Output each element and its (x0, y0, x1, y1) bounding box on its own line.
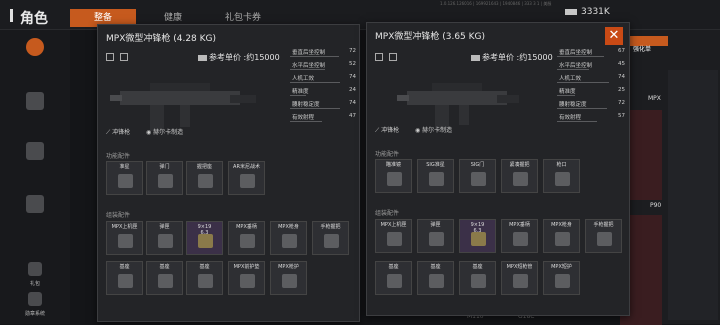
assembly-slot[interactable]: MPX上机匣 (106, 221, 143, 255)
sidebar: 礼包 勋章系统 (0, 30, 70, 324)
case-icon[interactable] (26, 195, 44, 213)
backpack-icon[interactable] (26, 92, 44, 110)
assembly-slot[interactable]: MPX短枪管 (501, 261, 538, 295)
inventory-background: 强化单 MPX P90 (620, 30, 720, 325)
attachment-slot[interactable]: SIG准星 (417, 159, 454, 193)
panel-a-func-heading: 功能配件 (106, 153, 131, 160)
assembly-slot[interactable]: MPX前护垫 (228, 261, 265, 295)
badge: 强化单 (630, 36, 668, 53)
assembly-slot[interactable]: MPX枪身 (270, 221, 307, 255)
stat-row: 有效射程 47 (290, 113, 356, 122)
ammo-slot[interactable]: 9×19 6.3 (459, 219, 496, 253)
panel-b-type: ⟋ 冲锋枪 (375, 127, 400, 134)
weapon-panel-b: MPX微型冲锋枪 (3.65 KG) 参考单价 :约15000 ⟋ 冲锋枪 ◉ … (366, 22, 630, 316)
attachment-slot[interactable]: 瞄准镜 (375, 159, 412, 193)
bg-equip-column (668, 70, 718, 320)
attachment-slot[interactable]: 紧凑握把 (501, 159, 538, 193)
assembly-slot[interactable]: MPX短护 (543, 261, 580, 295)
settings-icon[interactable] (375, 53, 383, 61)
stat-row: 精准度 24 (290, 87, 356, 96)
panel-a-stats: 垂直后坐控制 72 水平后坐控制 52 人机工效 74 精准度 24 腰射稳定度 74 有… (290, 46, 358, 142)
share-icon[interactable] (389, 53, 397, 61)
title-accent (10, 9, 13, 22)
stat-row: 精准度 25 (557, 87, 625, 96)
stat-row: 腰射稳定度 74 (290, 100, 356, 109)
medal-icon[interactable] (28, 292, 42, 306)
attachment-slot[interactable]: AR米尼战术 (228, 161, 265, 195)
attachment-slot[interactable]: 握把座 (186, 161, 223, 195)
panel-a-type: ⟋ 冲锋枪 (106, 129, 131, 136)
stat-row: 垂直后坐控制 72 (290, 48, 356, 57)
attachment-slot[interactable]: 枪口 (543, 159, 580, 193)
stat-row: 水平后坐控制 52 (290, 61, 356, 70)
page-title: 角色 (20, 11, 48, 27)
panel-b-assembly-heading: 组装配件 (375, 210, 400, 217)
panel-b-title: MPX微型冲锋枪 (3.65 KG) (375, 32, 486, 42)
stat-row: 腰射稳定度 72 (557, 100, 625, 109)
bg-item-p90[interactable]: P90 (650, 202, 661, 209)
settings-icon[interactable] (106, 53, 114, 61)
assembly-slot[interactable]: MPX垂柄 (501, 219, 538, 253)
stat-row: 有效射程 57 (557, 113, 625, 122)
bg-item-mpx[interactable]: MPX (648, 95, 661, 102)
panel-a-assembly-heading: 组装配件 (106, 212, 131, 219)
assembly-slot[interactable]: MPX枪护 (270, 261, 307, 295)
assembly-slot[interactable]: 基座 (375, 261, 412, 295)
stat-row: 人机工效 74 (557, 74, 625, 83)
panel-b-price: 参考单价 :约15000 (471, 52, 553, 63)
ammo-slot[interactable]: 9×19 6.3 (186, 221, 223, 255)
assembly-slot[interactable]: 手枪握把 (312, 221, 349, 255)
assembly-slot[interactable]: 基座 (417, 261, 454, 295)
stat-row: 垂直后坐控制 67 (557, 48, 625, 57)
cash-icon (565, 8, 577, 15)
currency-display: 3331K (565, 7, 610, 17)
panel-b-func-heading: 功能配件 (375, 151, 400, 158)
assembly-slot[interactable]: MPX枪身 (543, 219, 580, 253)
vest-icon[interactable] (26, 142, 44, 160)
assembly-slot[interactable]: MPX上机匣 (375, 219, 412, 253)
medal-label: 勋章系统 (25, 311, 46, 317)
stat-row: 水平后坐控制 45 (557, 61, 625, 70)
cash-icon (198, 54, 207, 61)
attachment-slot[interactable]: 准星 (106, 161, 143, 195)
panel-a-maker: ◉ 赫尔卡制造 (146, 129, 184, 136)
gift-label: 礼包 (30, 281, 41, 287)
attachment-slot[interactable]: 弹门 (146, 161, 183, 195)
weapon-panel-a: MPX微型冲锋枪 (4.28 KG) 参考单价 :约15000 ⟋ 冲锋枪 ◉ … (97, 24, 360, 322)
assembly-slot[interactable]: 弹匣 (146, 221, 183, 255)
panel-b-maker: ◉ 赫尔卡制造 (415, 127, 453, 134)
assembly-slot[interactable]: 弹匣 (417, 219, 454, 253)
gift-icon[interactable] (28, 262, 42, 276)
assembly-slot[interactable]: MPX垂柄 (228, 221, 265, 255)
assembly-slot[interactable]: 基座 (146, 261, 183, 295)
panel-b-stats: 垂直后坐控制 67 水平后坐控制 45 人机工效 74 精准度 25 腰射稳定度 72 有… (557, 46, 627, 142)
assembly-slot[interactable]: 基座 (106, 261, 143, 295)
mpx-weapon-image (110, 83, 256, 131)
stat-row: 人机工效 74 (290, 74, 356, 83)
close-icon[interactable]: ✕ (605, 27, 623, 45)
rifle-icon[interactable] (26, 38, 44, 56)
cash-icon (471, 54, 480, 61)
currency-value: 3331K (581, 7, 610, 17)
attachment-slot[interactable]: SIG门 (459, 159, 496, 193)
version-text: 1.0.126.126016 | 169921643 | 1940846 | 3… (440, 1, 552, 6)
share-icon[interactable] (120, 53, 128, 61)
assembly-slot[interactable]: 手枪握把 (585, 219, 622, 253)
panel-a-price: 参考单价 :约15000 (198, 52, 280, 63)
assembly-slot[interactable]: 基座 (459, 261, 496, 295)
panel-a-title: MPX微型冲锋枪 (4.28 KG) (106, 34, 217, 44)
assembly-slot[interactable]: 基座 (186, 261, 223, 295)
